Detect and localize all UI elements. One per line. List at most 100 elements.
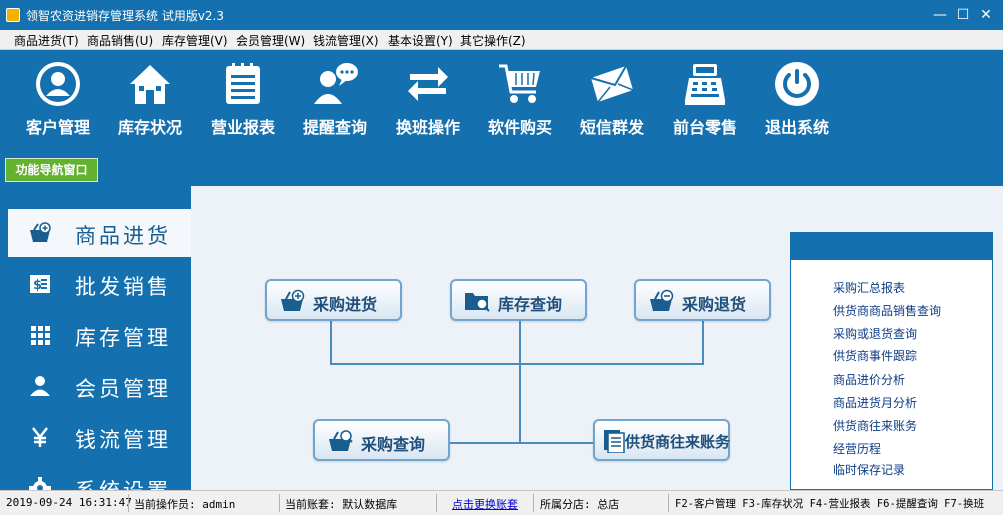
menu-sales[interactable]: 商品销售(U) (87, 32, 153, 49)
link-supplier-accounts[interactable]: 供货商往来账务 (833, 417, 917, 434)
svg-text:$: $ (33, 278, 42, 293)
app-logo-icon (6, 8, 20, 22)
envelope-icon (590, 65, 634, 103)
supplier-account-button[interactable]: 供货商往来账务 (593, 419, 730, 461)
gear-icon (29, 477, 51, 490)
link-supplier-events[interactable]: 供货商事件跟踪 (833, 347, 917, 364)
folder-search-icon (465, 293, 490, 312)
status-bar: 2019-09-24 16:31:47 当前操作员: admin 当前账套: 默… (0, 490, 1003, 515)
purchase-return-button[interactable]: 采购退货 (634, 279, 771, 321)
status-account: 当前账套: 默认数据库 (285, 498, 398, 511)
sidebar: 商品进货 $ 批发销售 库存管理 会员管理 钱流管理 (0, 186, 191, 490)
swap-arrows-icon (408, 67, 448, 101)
menu-inventory[interactable]: 库存管理(V) (162, 32, 228, 49)
sidebar-item-members[interactable]: 会员管理 (8, 362, 191, 410)
grid-icon (31, 326, 50, 345)
toolbar-label: 退出系统 (764, 118, 829, 137)
toolbar-sms-button[interactable]: 短信群发 (567, 60, 657, 148)
toolbar-report-button[interactable]: 营业报表 (198, 60, 288, 148)
link-purchase-return-query[interactable]: 采购或退货查询 (833, 325, 917, 342)
connector-line (330, 320, 332, 364)
menu-purchase[interactable]: 商品进货(T) (14, 32, 79, 49)
quick-links-panel: 采购汇总报表 供货商商品销售查询 采购或退货查询 供货商事件跟踪 商品进价分析 … (790, 232, 993, 490)
user-circle-icon (36, 62, 80, 106)
connector-line (702, 320, 704, 364)
sidebar-item-settings[interactable]: 系统设置 (8, 464, 191, 490)
sidebar-item-label: 钱流管理 (75, 428, 171, 452)
user-chat-icon (314, 63, 358, 104)
toolbar-stock-button[interactable]: 库存状况 (105, 60, 195, 148)
sidebar-item-cashflow[interactable]: 钱流管理 (8, 413, 191, 461)
flow-label: 采购进货 (313, 295, 378, 314)
basket-add-icon (30, 222, 51, 242)
link-purchase-summary[interactable]: 采购汇总报表 (833, 279, 905, 296)
switch-account-link[interactable]: 点击更换账套 (452, 496, 518, 512)
main-toolbar: 客户管理 库存状况 营业报表 提醒查询 换班操作 软件购买 短信群发 前台零售 … (0, 50, 1003, 150)
link-supplier-sales-query[interactable]: 供货商商品销售查询 (833, 302, 941, 319)
toolbar-label: 库存状况 (117, 118, 182, 137)
sidebar-item-purchase[interactable]: 商品进货 (8, 209, 191, 257)
toolbar-customer-button[interactable]: 客户管理 (13, 60, 103, 148)
sidebar-item-label: 库存管理 (75, 326, 171, 350)
connector-line (519, 320, 521, 444)
close-button[interactable]: ✕ (976, 5, 996, 25)
status-divider (436, 494, 437, 512)
nav-window-tab[interactable]: 功能导航窗口 (5, 158, 98, 182)
sidebar-item-wholesale[interactable]: $ 批发销售 (8, 260, 191, 308)
ledger-icon (604, 430, 625, 453)
sidebar-item-label: 批发销售 (75, 275, 171, 299)
flow-label: 库存查询 (498, 295, 563, 314)
sidebar-item-label: 系统设置 (75, 475, 171, 490)
status-divider (279, 494, 280, 512)
toolbar-label: 客户管理 (25, 118, 90, 137)
toolbar-label: 换班操作 (395, 118, 460, 137)
toolbar-label: 提醒查询 (302, 118, 367, 137)
yen-icon (32, 427, 48, 447)
link-business-history[interactable]: 经营历程 (833, 440, 881, 457)
window-title: 领智农资进销存管理系统 试用版v2.3 (26, 9, 225, 23)
sidebar-item-label: 商品进货 (75, 224, 171, 248)
invoice-icon: $ (30, 275, 50, 293)
status-datetime: 2019-09-24 16:31:47 (6, 496, 132, 509)
purchase-in-button[interactable]: 采购进货 (265, 279, 402, 321)
menu-settings[interactable]: 基本设置(Y) (388, 32, 453, 49)
basket-return-icon (650, 289, 674, 311)
report-icon (226, 63, 260, 104)
menu-bar: 商品进货(T) 商品销售(U) 库存管理(V) 会员管理(W) 钱流管理(X) … (0, 30, 1003, 50)
menu-members[interactable]: 会员管理(W) (236, 32, 305, 49)
quick-links-header (791, 233, 992, 260)
status-branch: 所属分店: 总店 (540, 498, 620, 511)
link-cost-analysis[interactable]: 商品进价分析 (833, 371, 905, 388)
basket-search-icon (329, 430, 353, 451)
status-shortcuts: F2-客户管理 F3-库存状况 F4-营业报表 F6-提醒查询 F7-换班 (675, 498, 985, 510)
status-operator: 当前操作员: admin (134, 498, 236, 511)
minimize-button[interactable]: — (930, 5, 950, 25)
cash-register-icon (685, 64, 725, 105)
toolbar-buy-button[interactable]: 软件购买 (475, 60, 565, 148)
link-monthly-purchase[interactable]: 商品进货月分析 (833, 394, 917, 411)
flow-label: 采购退货 (682, 295, 747, 314)
sidebar-item-label: 会员管理 (75, 377, 171, 401)
sidebar-item-inventory[interactable]: 库存管理 (8, 311, 191, 359)
title-bar: 领智农资进销存管理系统 试用版v2.3 — ☐ ✕ (0, 0, 1003, 30)
purchase-query-button[interactable]: 采购查询 (313, 419, 450, 461)
toolbar-exit-button[interactable]: 退出系统 (752, 60, 842, 148)
house-icon (130, 65, 170, 104)
basket-add-icon (281, 289, 305, 311)
link-temp-records[interactable]: 临时保存记录 (833, 461, 905, 478)
menu-cashflow[interactable]: 钱流管理(X) (313, 32, 379, 49)
flow-label: 采购查询 (361, 435, 426, 454)
flow-label: 供货商往来账务 (625, 433, 731, 451)
toolbar-label: 软件购买 (487, 118, 552, 137)
toolbar-reminder-button[interactable]: 提醒查询 (290, 60, 380, 148)
menu-other[interactable]: 其它操作(Z) (460, 32, 526, 49)
status-divider (128, 494, 129, 512)
stock-query-button[interactable]: 库存查询 (450, 279, 587, 321)
connector-line (450, 442, 594, 444)
toolbar-label: 前台零售 (672, 118, 737, 137)
maximize-button[interactable]: ☐ (953, 5, 973, 25)
toolbar-label: 短信群发 (579, 118, 644, 137)
toolbar-shift-button[interactable]: 换班操作 (383, 60, 473, 148)
status-divider (533, 494, 534, 512)
toolbar-retail-button[interactable]: 前台零售 (660, 60, 750, 148)
